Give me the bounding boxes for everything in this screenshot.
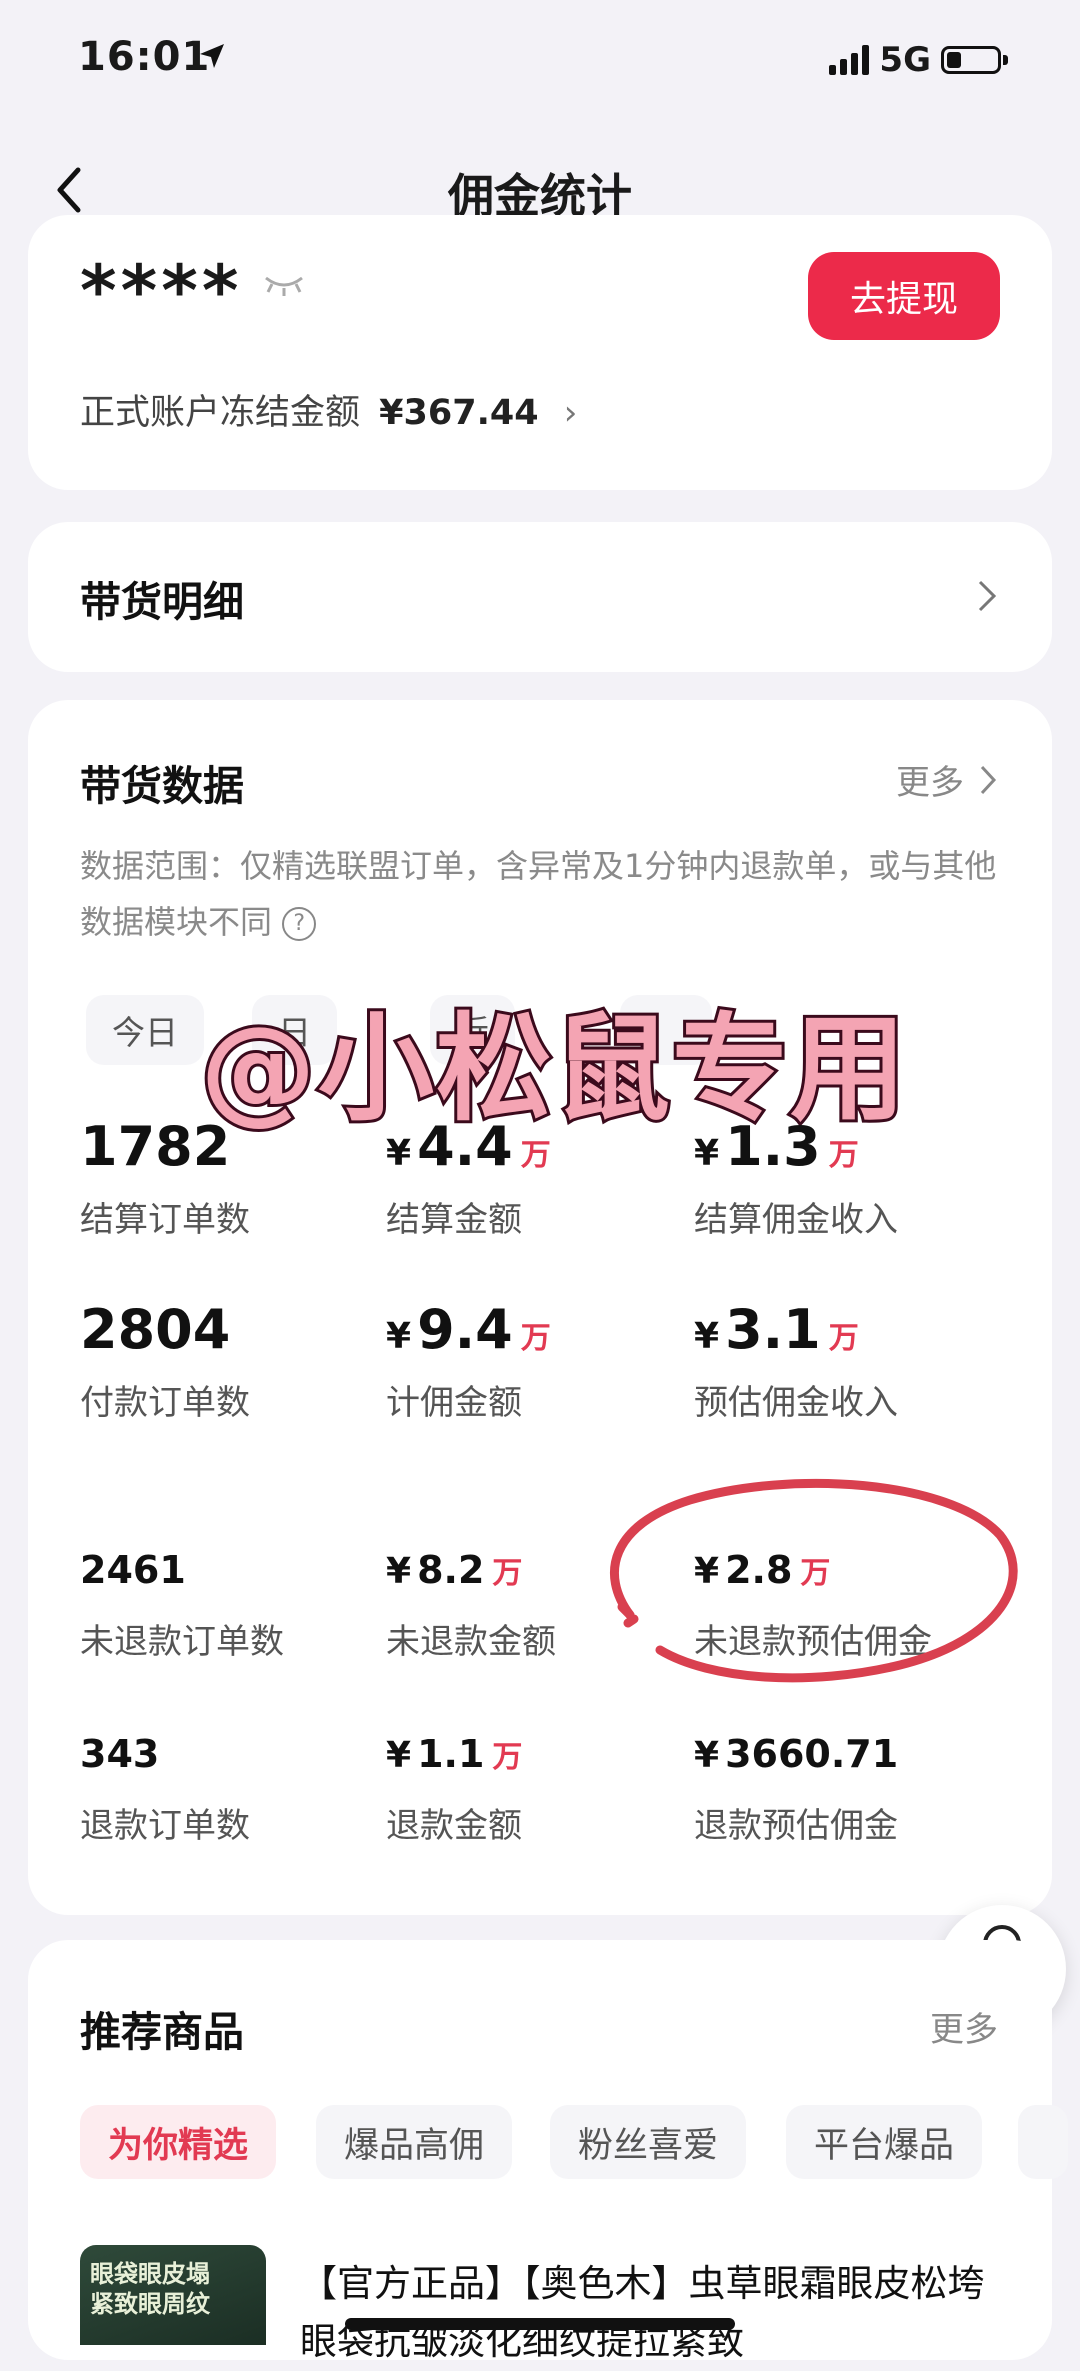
stat-number: 4.4 bbox=[417, 1115, 513, 1178]
stat-number: 1.1 bbox=[417, 1732, 485, 1776]
stat-value: ¥1.3 万 bbox=[694, 1115, 898, 1178]
sales-data-title: 带货数据 bbox=[80, 762, 244, 810]
stat-number: 3660.71 bbox=[725, 1732, 899, 1776]
currency-symbol: ¥ bbox=[694, 1735, 720, 1776]
stat-number: 2461 bbox=[80, 1548, 186, 1592]
stat-unit: 万 bbox=[492, 1556, 523, 1591]
stat-label: 结算佣金收入 bbox=[694, 1200, 898, 1240]
stat-label: 计佣金额 bbox=[386, 1383, 522, 1423]
stat-label: 付款订单数 bbox=[80, 1383, 250, 1423]
stat-label: 退款订单数 bbox=[80, 1806, 250, 1846]
withdraw-button[interactable]: 去提现 bbox=[808, 252, 1000, 340]
tab-platform-hot[interactable]: 平台爆品 bbox=[786, 2105, 983, 2179]
stat-number: 1.3 bbox=[725, 1115, 821, 1178]
frozen-amount-row[interactable]: 正式账户冻结金额 ¥367.44 › bbox=[80, 384, 577, 435]
tab-more-partial[interactable] bbox=[1018, 2105, 1068, 2179]
frozen-amount: ¥367.44 bbox=[379, 393, 539, 433]
stat-unit: 万 bbox=[520, 1138, 551, 1173]
stat-unit: 万 bbox=[828, 1321, 859, 1356]
stat-item: ¥3.1 万预估佣金收入 bbox=[694, 1298, 898, 1424]
stat-label: 结算金额 bbox=[386, 1200, 522, 1240]
stat-value: 2804 bbox=[80, 1298, 250, 1361]
stat-number: 2804 bbox=[80, 1298, 231, 1361]
currency-symbol: ¥ bbox=[694, 1316, 720, 1357]
currency-symbol: ¥ bbox=[694, 1133, 720, 1174]
range-chip-today[interactable]: 今日 bbox=[86, 995, 204, 1065]
stat-label: 退款金额 bbox=[386, 1806, 522, 1846]
tab-hot-high-commission[interactable]: 爆品高佣 bbox=[316, 2105, 513, 2179]
stat-item: ¥3660.71 退款预估佣金 bbox=[694, 1732, 898, 1847]
highlight-circle bbox=[610, 1478, 1018, 1683]
tab-for-you[interactable]: 为你精选 bbox=[80, 2105, 277, 2179]
product-thumbnail[interactable]: 眼袋眼皮塌 紧致眼周纹 bbox=[80, 2245, 266, 2345]
sales-data-more[interactable]: 更多 bbox=[896, 755, 998, 804]
chevron-right-icon bbox=[976, 578, 998, 618]
network-type: 5G bbox=[879, 40, 931, 80]
stat-value: 1782 bbox=[80, 1115, 250, 1178]
currency-symbol: ¥ bbox=[386, 1551, 412, 1592]
stat-label: 预估佣金收入 bbox=[694, 1383, 898, 1423]
chevron-right-icon bbox=[980, 765, 997, 794]
chevron-right-icon: › bbox=[563, 393, 578, 433]
stat-label: 结算订单数 bbox=[80, 1200, 250, 1240]
stat-value: 2461 bbox=[80, 1548, 284, 1592]
tab-fans-favorite[interactable]: 粉丝喜爱 bbox=[550, 2105, 747, 2179]
stat-unit: 万 bbox=[520, 1321, 551, 1356]
help-icon[interactable]: ? bbox=[282, 907, 317, 941]
battery-icon bbox=[941, 46, 1001, 74]
stat-item: 2804 付款订单数 bbox=[80, 1298, 250, 1424]
signal-icon bbox=[829, 45, 870, 75]
stat-item: 343 退款订单数 bbox=[80, 1732, 250, 1847]
stat-value: ¥3660.71 bbox=[694, 1732, 898, 1776]
stat-label: 退款预估佣金 bbox=[694, 1806, 898, 1846]
stat-item: ¥9.4 万计佣金额 bbox=[386, 1298, 551, 1424]
stat-label: 未退款金额 bbox=[386, 1622, 556, 1662]
recommended-more[interactable]: 更多 bbox=[930, 2002, 998, 2051]
masked-balance: **** bbox=[80, 250, 243, 332]
stat-value: ¥3.1 万 bbox=[694, 1298, 898, 1361]
currency-symbol: ¥ bbox=[386, 1735, 412, 1776]
currency-symbol: ¥ bbox=[386, 1316, 412, 1357]
stat-label: 未退款订单数 bbox=[80, 1622, 284, 1662]
stat-item: ¥4.4 万结算金额 bbox=[386, 1115, 551, 1241]
stat-number: 1782 bbox=[80, 1115, 231, 1178]
product-title[interactable]: 【官方正品】【奥色木】虫草眼霜眼皮松垮眼袋抗皱淡化细纹提拉紧致 bbox=[300, 2255, 1000, 2371]
stat-value: 343 bbox=[80, 1732, 250, 1776]
stat-unit: 万 bbox=[828, 1138, 859, 1173]
location-arrow-icon bbox=[196, 40, 228, 76]
stat-item: ¥1.3 万结算佣金收入 bbox=[694, 1115, 898, 1241]
stat-number: 9.4 bbox=[417, 1298, 513, 1361]
stat-item: ¥1.1 万退款金额 bbox=[386, 1732, 522, 1847]
stat-item: 2461 未退款订单数 bbox=[80, 1548, 284, 1663]
stat-value: ¥9.4 万 bbox=[386, 1298, 551, 1361]
stat-number: 3.1 bbox=[725, 1298, 821, 1361]
status-time: 16:01 bbox=[78, 34, 211, 80]
stat-value: ¥1.1 万 bbox=[386, 1732, 522, 1776]
status-indicators: 5G bbox=[829, 40, 1008, 80]
home-indicator bbox=[345, 2318, 735, 2330]
frozen-label: 正式账户冻结金额 bbox=[80, 393, 361, 433]
goods-detail-label: 带货明细 bbox=[80, 578, 244, 626]
stat-value: ¥8.2 万 bbox=[386, 1548, 556, 1592]
recommended-title: 推荐商品 bbox=[80, 2008, 244, 2056]
hide-eye-icon[interactable] bbox=[262, 272, 306, 302]
stat-number: 8.2 bbox=[417, 1548, 485, 1592]
stat-item: ¥8.2 万未退款金额 bbox=[386, 1548, 556, 1663]
data-scope-description: 数据范围：仅精选联盟订单，含异常及1分钟内退款单，或与其他数据模块不同 ? bbox=[80, 847, 997, 941]
currency-symbol: ¥ bbox=[386, 1133, 412, 1174]
stat-unit: 万 bbox=[492, 1740, 523, 1775]
stat-number: 343 bbox=[80, 1732, 160, 1776]
stat-value: ¥4.4 万 bbox=[386, 1115, 551, 1178]
stat-item: 1782 结算订单数 bbox=[80, 1115, 250, 1241]
